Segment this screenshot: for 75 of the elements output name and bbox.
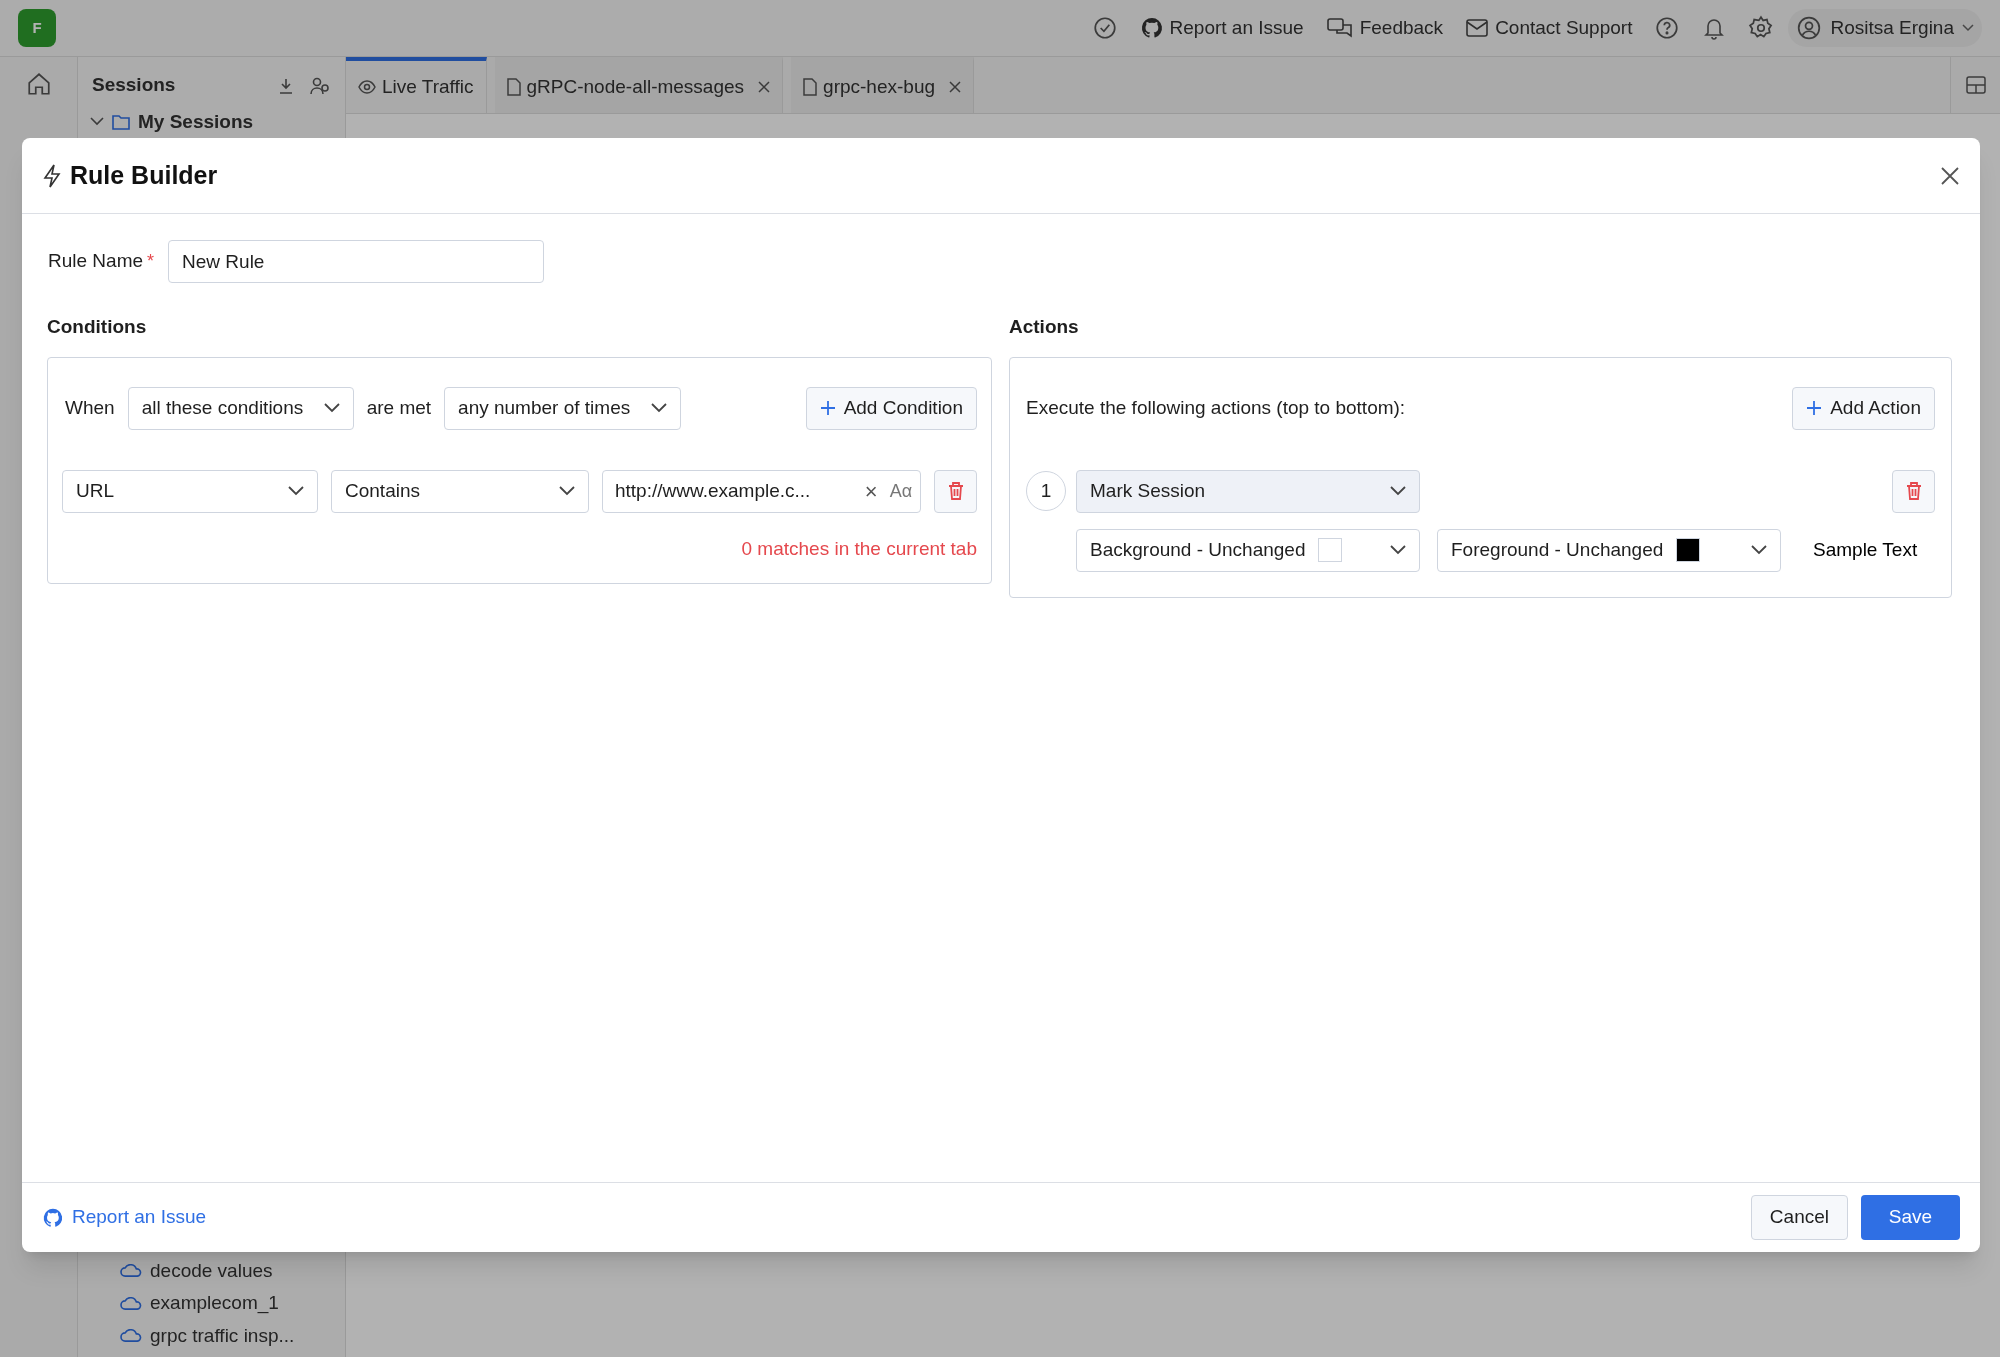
- session-item[interactable]: grpc traffic insp...: [78, 1321, 345, 1350]
- top-bar-link[interactable]: Contact Support: [1465, 13, 1633, 43]
- chevron-down-icon: [287, 485, 305, 497]
- cloud-icon: [120, 1264, 142, 1278]
- action-type-select[interactable]: Mark Session: [1076, 469, 1420, 513]
- file-icon: [506, 78, 521, 96]
- plus-icon: [1806, 400, 1823, 416]
- match-count: 0 matches in the current tab: [741, 536, 977, 561]
- section-title: Actions: [1009, 315, 1080, 339]
- session-item[interactable]: decode values: [78, 1256, 345, 1285]
- report-issue-link[interactable]: Report an Issue: [42, 1203, 207, 1232]
- delete-button[interactable]: [934, 469, 977, 513]
- chat-icon: [1325, 16, 1354, 40]
- folder-icon: [112, 114, 130, 131]
- session-item[interactable]: examplecom_1: [78, 1289, 345, 1318]
- check-circle-icon[interactable]: [1091, 15, 1118, 41]
- github-icon: [42, 1206, 64, 1229]
- add-action-button[interactable]: Add Action: [1792, 386, 1935, 430]
- session-tab[interactable]: gRPC-node-all-messages: [494, 57, 784, 113]
- session-item[interactable]: My Sessions: [78, 108, 345, 137]
- panel-title: Sessions: [92, 73, 177, 98]
- chevron-down-icon: [1750, 544, 1768, 556]
- chevron-down-icon: [558, 485, 576, 497]
- trash-icon: [946, 481, 965, 501]
- foreground-color-select[interactable]: Foreground - Unchanged: [1437, 528, 1781, 572]
- download-icon[interactable]: [277, 76, 295, 95]
- match-case-toggle[interactable]: Aα: [889, 477, 913, 505]
- settings-icon[interactable]: [1748, 15, 1775, 41]
- cloud-icon: [120, 1329, 142, 1343]
- home-icon[interactable]: [25, 71, 52, 97]
- file-icon: [803, 78, 818, 96]
- layout-icon[interactable]: [1965, 76, 1986, 94]
- top-bar-link[interactable]: Report an Issue: [1139, 13, 1304, 43]
- delete-button[interactable]: [1892, 469, 1935, 513]
- cloud-icon: [120, 1296, 142, 1310]
- frequency-select[interactable]: any number of times: [444, 386, 682, 430]
- background-color-select[interactable]: Background - Unchanged: [1076, 528, 1420, 572]
- lightning-icon: [42, 163, 62, 188]
- top-bar-link[interactable]: Feedback: [1325, 13, 1444, 43]
- chevron-down-icon: [322, 402, 341, 414]
- github-icon: [1139, 16, 1164, 40]
- operator-select[interactable]: Contains: [331, 469, 589, 513]
- rule-name-input[interactable]: New Rule: [168, 240, 545, 283]
- are-met-label: are met: [366, 395, 432, 420]
- cancel-button[interactable]: Cancel: [1750, 1195, 1848, 1240]
- chevron-down-icon: [650, 402, 669, 414]
- close-icon[interactable]: [949, 81, 962, 93]
- required-mark: *: [147, 250, 155, 273]
- user-menu[interactable]: Rositsa Ergina: [1788, 9, 1982, 47]
- add-condition-button[interactable]: Add Condition: [805, 386, 977, 430]
- session-tab[interactable]: grpc-hex-bug: [791, 57, 975, 113]
- trash-icon: [1904, 481, 1923, 501]
- clear-button[interactable]: ×: [864, 474, 878, 508]
- close-icon[interactable]: [1940, 165, 1960, 186]
- chevron-down-icon: [1389, 544, 1407, 556]
- actions-intro: Execute the following actions (top to bottom):: [1026, 395, 1407, 420]
- close-icon[interactable]: [758, 81, 771, 93]
- users-icon[interactable]: [309, 75, 331, 96]
- field-label: Rule Name: [48, 249, 144, 274]
- chevron-down-icon: [1389, 485, 1407, 497]
- save-button[interactable]: Save: [1861, 1195, 1960, 1240]
- user-icon: [1796, 15, 1823, 41]
- chevron-down-icon: [1962, 24, 1974, 32]
- mail-icon: [1465, 18, 1490, 38]
- plus-icon: [819, 400, 836, 416]
- eye-icon: [358, 80, 376, 94]
- chevron-down-icon: [90, 117, 104, 128]
- field-select[interactable]: URL: [62, 469, 318, 513]
- value-input[interactable]: http://www.example.c... × Aα: [602, 469, 922, 513]
- dialog-title: Rule Builder: [70, 159, 219, 191]
- match-mode-select[interactable]: all these conditions: [127, 386, 354, 430]
- when-label: When: [65, 395, 115, 420]
- session-tab[interactable]: Live Traffic: [346, 57, 487, 113]
- section-title: Conditions: [47, 315, 148, 339]
- help-icon[interactable]: [1654, 15, 1681, 41]
